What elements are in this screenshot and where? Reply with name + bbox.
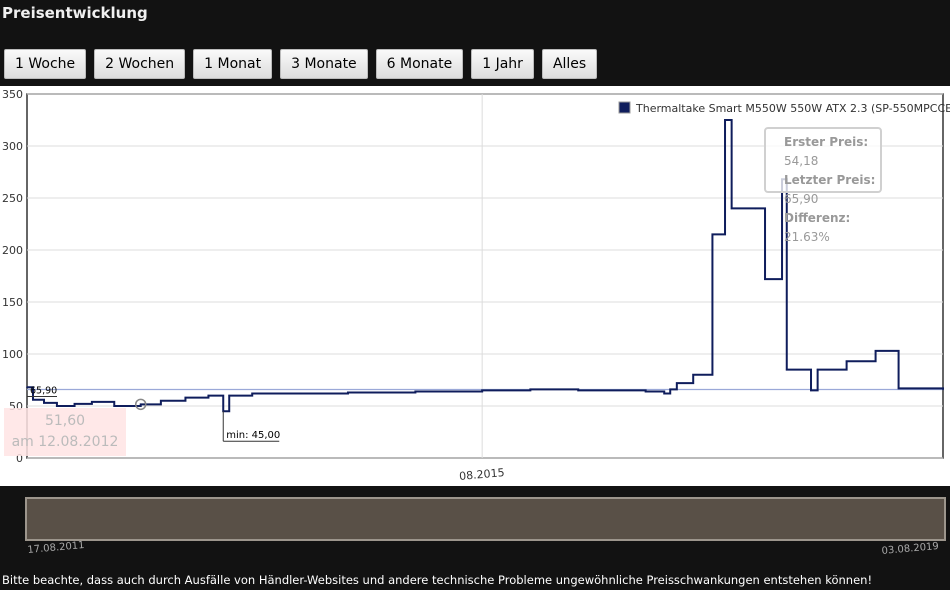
data-point xyxy=(711,233,714,236)
hover-tooltip: 51,60 am 12.08.2012 xyxy=(4,408,126,456)
price-summary-box: Erster Preis: 54,18 Letzter Preis: 65,90… xyxy=(764,127,882,244)
data-point xyxy=(874,350,877,352)
data-point xyxy=(251,392,254,395)
data-point xyxy=(160,400,162,402)
data-point xyxy=(845,360,848,363)
data-point xyxy=(897,387,900,390)
current-price-label: 65,90 xyxy=(30,385,57,396)
disclaimer-text: Bitte beachte, dass auch durch Ausfälle … xyxy=(2,573,873,587)
y-tick-label: 250 xyxy=(2,192,23,205)
data-point xyxy=(43,402,45,404)
summary-first-row: Erster Preis: 54,18 xyxy=(784,135,869,168)
data-point xyxy=(26,386,28,389)
data-point xyxy=(347,391,349,394)
y-tick-label: 350 xyxy=(2,88,23,101)
data-point xyxy=(91,401,93,403)
data-point xyxy=(754,207,757,210)
data-point xyxy=(816,368,819,371)
legend-swatch xyxy=(618,101,631,114)
y-tick-label: 100 xyxy=(2,348,23,361)
data-point xyxy=(764,278,766,280)
data-point xyxy=(724,119,726,121)
price-chart[interactable]: 0 50 100 150 200 250 300 350 08.2015 Thermaltake … xyxy=(0,86,950,486)
navigator-end-date: 03.08.2019 xyxy=(880,541,939,557)
data-point xyxy=(577,389,580,392)
page-title: Preisentwicklung xyxy=(2,4,148,22)
x-tick-label: 08.2015 xyxy=(459,466,505,483)
data-point xyxy=(113,405,116,407)
y-tick-label: 300 xyxy=(2,140,23,153)
range-button-1-week[interactable]: 1 Woche xyxy=(4,49,87,79)
range-button-6-months[interactable]: 6 Monate xyxy=(375,49,464,79)
range-button-2-weeks[interactable]: 2 Wochen xyxy=(94,49,186,79)
data-point xyxy=(785,368,788,371)
data-point xyxy=(414,390,417,393)
data-point xyxy=(730,207,733,210)
summary-last-row: Letzter Preis: 65,90 xyxy=(784,173,876,206)
data-point xyxy=(139,403,142,406)
legend-label: Thermaltake Smart M550W 550W ATX 2.3 (SP… xyxy=(635,102,950,115)
data-point xyxy=(676,382,678,384)
range-button-3-months[interactable]: 3 Monate xyxy=(280,49,368,79)
hover-date: am 12.08.2012 xyxy=(11,434,119,450)
data-point xyxy=(56,405,58,407)
data-point xyxy=(663,392,666,395)
data-point xyxy=(942,388,944,391)
data-point xyxy=(669,388,672,391)
hover-value: 51,60 xyxy=(44,413,86,429)
range-button-1-month[interactable]: 1 Monat xyxy=(193,49,273,79)
data-point xyxy=(184,396,187,399)
range-button-group: 1 Woche 2 Wochen 1 Monat 3 Monate 6 Mona… xyxy=(4,49,598,79)
range-button-all[interactable]: Alles xyxy=(541,49,598,79)
data-point xyxy=(73,403,76,405)
data-point xyxy=(228,394,231,397)
summary-diff-row: Differenz: 21.63% xyxy=(784,211,851,244)
range-navigator[interactable] xyxy=(25,497,946,541)
data-point xyxy=(32,398,34,401)
min-annotation-label: min: 45,00 xyxy=(226,430,280,441)
range-button-1-year[interactable]: 1 Jahr xyxy=(471,49,534,79)
data-point xyxy=(481,389,483,392)
data-point xyxy=(692,374,695,376)
data-point xyxy=(207,394,210,397)
data-point xyxy=(810,389,812,392)
data-point xyxy=(529,388,532,391)
y-tick-label: 150 xyxy=(2,296,23,309)
y-tick-label: 200 xyxy=(2,244,23,257)
data-point xyxy=(644,390,647,393)
navigator-start-date: 17.08.2011 xyxy=(27,540,86,556)
data-point xyxy=(299,392,302,395)
